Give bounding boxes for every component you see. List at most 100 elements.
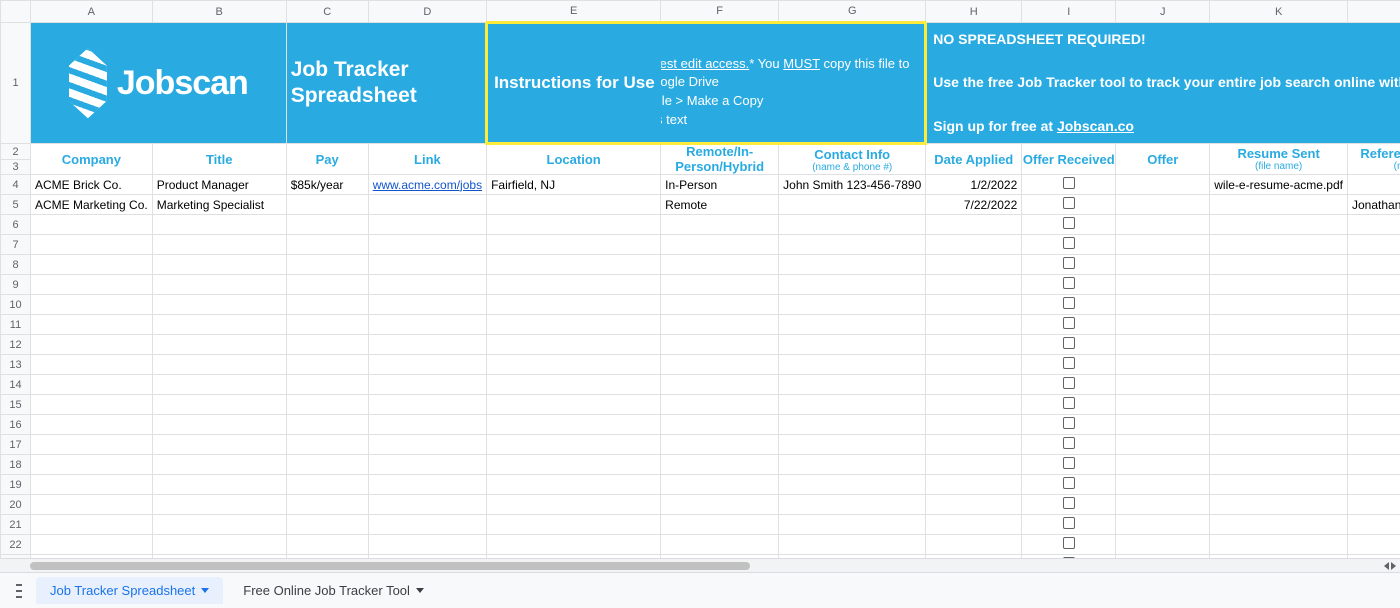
cell-empty[interactable] — [31, 275, 153, 295]
cell-empty[interactable] — [368, 395, 486, 415]
header-offer[interactable]: Offer — [1116, 144, 1210, 175]
cell-empty[interactable] — [661, 435, 779, 455]
cell-empty[interactable] — [31, 395, 153, 415]
header-pay[interactable]: Pay — [286, 144, 368, 175]
cell-empty[interactable] — [31, 335, 153, 355]
cell-empty[interactable] — [1022, 355, 1116, 375]
col-header-L[interactable]: L — [1347, 1, 1400, 23]
cell-empty[interactable] — [286, 275, 368, 295]
row-header-10[interactable]: 10 — [1, 295, 31, 315]
cell-empty[interactable] — [779, 475, 926, 495]
checkbox-icon[interactable] — [1063, 397, 1075, 409]
cell-empty[interactable] — [1116, 515, 1210, 535]
cell-empty[interactable] — [926, 515, 1022, 535]
cell-reference-used[interactable] — [1347, 175, 1400, 195]
cell-empty[interactable] — [1347, 355, 1400, 375]
row-header-11[interactable]: 11 — [1, 315, 31, 335]
cell-empty[interactable] — [368, 515, 486, 535]
cell-empty[interactable] — [1022, 475, 1116, 495]
job-link[interactable]: www.acme.com/jobs — [373, 178, 482, 192]
col-header-F[interactable]: F — [661, 1, 779, 23]
spreadsheet-grid[interactable]: A B C D E F G H I J K L M 1 Jobscan — [0, 0, 1400, 558]
row-header-19[interactable]: 19 — [1, 475, 31, 495]
cell-empty[interactable] — [661, 455, 779, 475]
chevron-down-icon[interactable] — [201, 588, 209, 593]
cell-empty[interactable] — [779, 535, 926, 555]
checkbox-icon[interactable] — [1063, 317, 1075, 329]
checkbox-icon[interactable] — [1063, 257, 1075, 269]
cell-empty[interactable] — [1347, 215, 1400, 235]
cell-empty[interactable] — [487, 515, 661, 535]
row-header-16[interactable]: 16 — [1, 415, 31, 435]
cell-empty[interactable] — [31, 315, 153, 335]
cell-empty[interactable] — [286, 335, 368, 355]
cell-contact[interactable]: John Smith 123-456-7890 — [779, 175, 926, 195]
cell-empty[interactable] — [1116, 475, 1210, 495]
row-header-9[interactable]: 9 — [1, 275, 31, 295]
cell-empty[interactable] — [286, 415, 368, 435]
cell-empty[interactable] — [1210, 355, 1348, 375]
sheet-title-cell[interactable]: Job Tracker Spreadsheet — [286, 23, 486, 144]
cell-empty[interactable] — [368, 215, 486, 235]
cell-empty[interactable] — [1116, 435, 1210, 455]
cell-empty[interactable] — [368, 455, 486, 475]
cell-empty[interactable] — [926, 215, 1022, 235]
cell-empty[interactable] — [1022, 435, 1116, 455]
cell-empty[interactable] — [1022, 395, 1116, 415]
cell-empty[interactable] — [31, 235, 153, 255]
cell-empty[interactable] — [1116, 235, 1210, 255]
cell-empty[interactable] — [1347, 475, 1400, 495]
cell-empty[interactable] — [661, 495, 779, 515]
cell-empty[interactable] — [152, 235, 286, 255]
col-header-J[interactable]: J — [1116, 1, 1210, 23]
cell-empty[interactable] — [368, 255, 486, 275]
cell-empty[interactable] — [487, 255, 661, 275]
checkbox-icon[interactable] — [1063, 337, 1075, 349]
cell-empty[interactable] — [779, 355, 926, 375]
cell-empty[interactable] — [152, 335, 286, 355]
cell-empty[interactable] — [286, 395, 368, 415]
cell-empty[interactable] — [487, 455, 661, 475]
cell-resume-sent[interactable] — [1210, 195, 1348, 215]
cell-empty[interactable] — [31, 355, 153, 375]
row-header-12[interactable]: 12 — [1, 335, 31, 355]
cell-empty[interactable] — [487, 235, 661, 255]
cell-empty[interactable] — [152, 255, 286, 275]
cell-empty[interactable] — [152, 275, 286, 295]
cell-empty[interactable] — [661, 395, 779, 415]
cell-empty[interactable] — [1022, 215, 1116, 235]
cell-empty[interactable] — [487, 335, 661, 355]
cell-empty[interactable] — [152, 355, 286, 375]
cell-empty[interactable] — [926, 315, 1022, 335]
cell-empty[interactable] — [368, 535, 486, 555]
cell-empty[interactable] — [1022, 335, 1116, 355]
cell-empty[interactable] — [1210, 235, 1348, 255]
cell-empty[interactable] — [661, 275, 779, 295]
cell-empty[interactable] — [1022, 375, 1116, 395]
cell-empty[interactable] — [31, 215, 153, 235]
cell-resume-sent[interactable]: wile-e-resume-acme.pdf — [1210, 175, 1348, 195]
scroll-left-icon[interactable] — [1384, 562, 1389, 570]
cell-empty[interactable] — [487, 315, 661, 335]
cell-empty[interactable] — [487, 415, 661, 435]
cell-empty[interactable] — [1347, 495, 1400, 515]
cell-empty[interactable] — [152, 215, 286, 235]
cell-reference-used[interactable]: Jonathan Smit — [1347, 195, 1400, 215]
row-header-21[interactable]: 21 — [1, 515, 31, 535]
cell-offer-received[interactable] — [1022, 195, 1116, 215]
cell-empty[interactable] — [368, 275, 486, 295]
all-sheets-icon[interactable] — [8, 584, 30, 598]
cell-empty[interactable] — [779, 395, 926, 415]
cell-empty[interactable] — [661, 515, 779, 535]
row-header-8[interactable]: 8 — [1, 255, 31, 275]
scroll-right-icon[interactable] — [1391, 562, 1396, 570]
cell-empty[interactable] — [368, 335, 486, 355]
cell-empty[interactable] — [1022, 515, 1116, 535]
checkbox-icon[interactable] — [1063, 457, 1075, 469]
cell-empty[interactable] — [1347, 515, 1400, 535]
cell-empty[interactable] — [152, 435, 286, 455]
checkbox-icon[interactable] — [1063, 497, 1075, 509]
cell-empty[interactable] — [286, 355, 368, 375]
cell-empty[interactable] — [1022, 295, 1116, 315]
row-header-18[interactable]: 18 — [1, 455, 31, 475]
